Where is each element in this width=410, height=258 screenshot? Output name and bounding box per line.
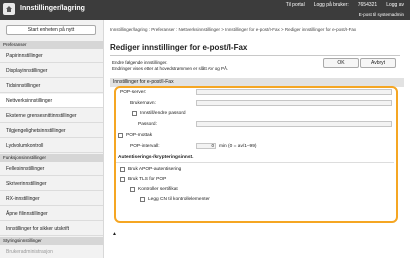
sidebar: Start enheten på nytt Preferanser Papiri… [0, 20, 104, 258]
restart-device-button[interactable]: Start enheten på nytt [6, 25, 96, 35]
sidebar-group-management: Styringsinnstillinger [0, 237, 103, 245]
header-links: Til portal Logg på bruker: 7654321 Logg … [286, 2, 404, 8]
pop-interval-unit: min (0 = av/1–99) [219, 144, 257, 149]
sidebar-group-preferences: Preferanser [0, 41, 103, 49]
restart-notice: Endringer vises etter at hovedstrømmen e… [112, 66, 229, 71]
auth-section-title: Autentiserings-/krypteringsinnst. [118, 155, 194, 160]
pop-interval-label: POP-intervall: [130, 144, 160, 149]
sidebar-item-accessibility[interactable]: Tilgjengelighetsinnstillinger [0, 124, 103, 138]
logout-link[interactable]: Logg av [386, 2, 404, 8]
verify-cert-checkbox[interactable] [130, 187, 135, 192]
pop-server-label: POP-server: [120, 90, 147, 95]
pop-server-input[interactable] [196, 89, 392, 95]
pop-rx-label: POP-mottak [126, 133, 153, 138]
app-header: Innstillinger/lagring Til portal Logg på… [0, 0, 410, 20]
main-content: Innstillinger/lagring : Preferanser : Ne… [104, 20, 410, 258]
user-id: 7654321 [357, 2, 378, 8]
change-password-label: Innstill/endre passord [140, 111, 186, 116]
username-label: Brukernavn: [130, 101, 156, 106]
sidebar-item-secure-print[interactable]: Innstillinger for sikker utskrift [0, 222, 103, 236]
password-label: Passord: [138, 122, 157, 127]
breadcrumb: Innstillinger/lagring : Preferanser : Ne… [110, 27, 357, 32]
sidebar-item-rx[interactable]: RX-innstillinger [0, 192, 103, 206]
sidebar-item-common[interactable]: Fellesinnstillinger [0, 162, 103, 176]
home-icon[interactable] [3, 3, 15, 15]
apop-checkbox[interactable] [120, 167, 125, 172]
email-admin-link[interactable]: E-post til systemadmin [359, 12, 404, 17]
sidebar-item-printer[interactable]: Skriverinnstillinger [0, 177, 103, 191]
pop-rx-checkbox[interactable] [118, 133, 123, 138]
login-user-label: Logg på bruker: [313, 2, 349, 8]
portal-link[interactable]: Til portal [286, 2, 305, 8]
password-input[interactable] [196, 121, 392, 127]
pop-interval-input[interactable]: 0 [196, 143, 216, 149]
sidebar-item-external-interface[interactable]: Eksterne grensesnittinnstillinger [0, 109, 103, 123]
sidebar-item-network[interactable]: Nettverksinnstillinger [0, 94, 103, 108]
sidebar-item-user-admin[interactable]: Brukeradministrasjon [0, 245, 103, 258]
sidebar-item-display[interactable]: Displayinnstillinger [0, 64, 103, 78]
tls-pop-label: Bruk TLS for POP [128, 177, 167, 182]
ok-button[interactable]: OK [323, 58, 359, 68]
username-input[interactable] [196, 100, 392, 106]
auth-divider [116, 162, 394, 163]
sidebar-item-paper[interactable]: Papirinnstillinger [0, 49, 103, 63]
add-cn-checkbox[interactable] [140, 197, 145, 202]
app-title: Innstillinger/lagring [20, 5, 85, 12]
tls-pop-checkbox[interactable] [120, 177, 125, 182]
change-password-checkbox[interactable] [132, 111, 137, 116]
sidebar-group-functions: Funksjonsinnstillinger [0, 154, 103, 162]
sidebar-item-open-file[interactable]: Åpne filinnstillinger [0, 207, 103, 221]
instruction-text: Endre følgende innstillinger. [112, 60, 168, 65]
cancel-button[interactable]: Avbryt [360, 58, 396, 68]
verify-cert-label: Kontroller sertifikat [138, 187, 178, 192]
scroll-top-icon[interactable]: ▲ [112, 231, 117, 237]
sidebar-item-time[interactable]: Tidsinnstillinger [0, 79, 103, 93]
sidebar-item-volume[interactable]: Lydvolumkontroll [0, 139, 103, 153]
title-divider [110, 55, 400, 56]
apop-label: Bruk APOP-autentisering [128, 167, 182, 172]
add-cn-label: Legg CN til kontrollelementer [148, 197, 210, 202]
page-title: Rediger innstillinger for e-post/I-Fax [110, 43, 248, 52]
